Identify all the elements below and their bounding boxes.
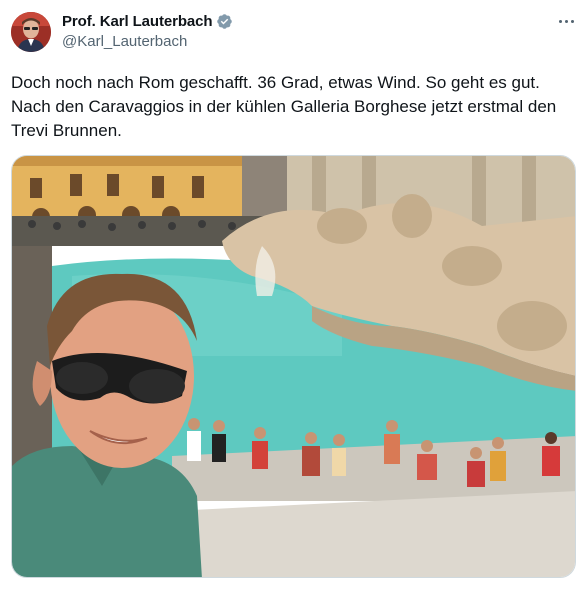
selfie-trevi-fountain-image (12, 156, 575, 577)
author-name-row: Prof. Karl Lauterbach (62, 13, 233, 30)
tweet-header: Prof. Karl Lauterbach @Karl_Lauterbach (0, 0, 586, 64)
author-avatar[interactable] (11, 12, 51, 52)
verified-badge-icon (216, 13, 233, 30)
tweet-photo[interactable] (11, 155, 576, 578)
avatar-image (11, 12, 51, 52)
tweet-text: Doch noch nach Rom geschafft. 36 Grad, e… (11, 73, 557, 140)
author-display-name[interactable]: Prof. Karl Lauterbach (62, 13, 213, 30)
author-handle[interactable]: @Karl_Lauterbach (62, 33, 187, 50)
more-options-icon[interactable] (555, 10, 577, 32)
